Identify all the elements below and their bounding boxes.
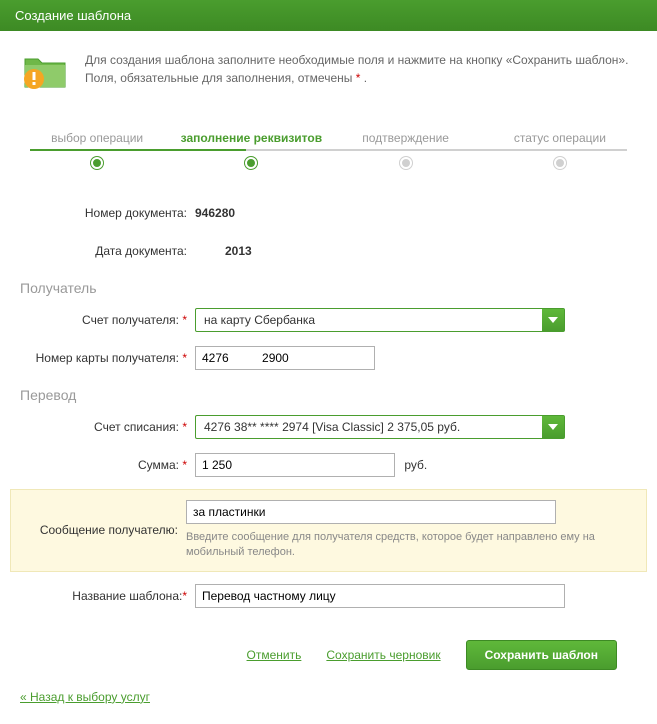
message-input[interactable] [186,500,556,524]
doc-date-value: 2013 [195,244,637,258]
template-name-label: Название шаблона:* [20,589,195,603]
folder-warning-icon [20,51,70,91]
card-number-label: Номер карты получателя: * [20,351,195,365]
save-template-button[interactable]: Сохранить шаблон [466,640,617,670]
doc-number-value: 946280 [195,206,637,220]
cancel-link[interactable]: Отменить [247,648,302,662]
step-2: заполнение реквизитов [174,131,328,169]
amount-unit: руб. [404,458,427,472]
intro-text: Для создания шаблона заполните необходим… [85,51,637,87]
debit-account-label: Счет списания: * [20,420,195,434]
chevron-down-icon [542,309,564,331]
transfer-section: Перевод [20,387,637,403]
wizard-steps: выбор операции заполнение реквизитов под… [20,131,637,169]
doc-number-label: Номер документа: [20,206,195,220]
message-label: Сообщение получателю: [11,523,186,537]
save-draft-link[interactable]: Сохранить черновик [326,648,440,662]
step-4: статус операции [483,131,637,169]
recipient-account-label: Счет получателя: * [20,313,195,327]
amount-input[interactable] [195,453,395,477]
step-1: выбор операции [20,131,174,169]
step-3: подтверждение [329,131,483,169]
debit-account-select[interactable]: 4276 38** **** 2974 [Visa Classic] 2 375… [195,415,565,439]
doc-date-label: Дата документа: [20,244,195,258]
recipient-section: Получатель [20,280,637,296]
chevron-down-icon [542,416,564,438]
template-name-input[interactable] [195,584,565,608]
back-link[interactable]: « Назад к выбору услуг [20,690,150,704]
amount-label: Сумма: * [20,458,195,472]
message-hint: Введите сообщение для получателя средств… [186,530,606,561]
page-title: Создание шаблона [0,0,657,31]
recipient-account-select[interactable]: на карту Сбербанка [195,308,565,332]
card-number-input[interactable] [195,346,375,370]
